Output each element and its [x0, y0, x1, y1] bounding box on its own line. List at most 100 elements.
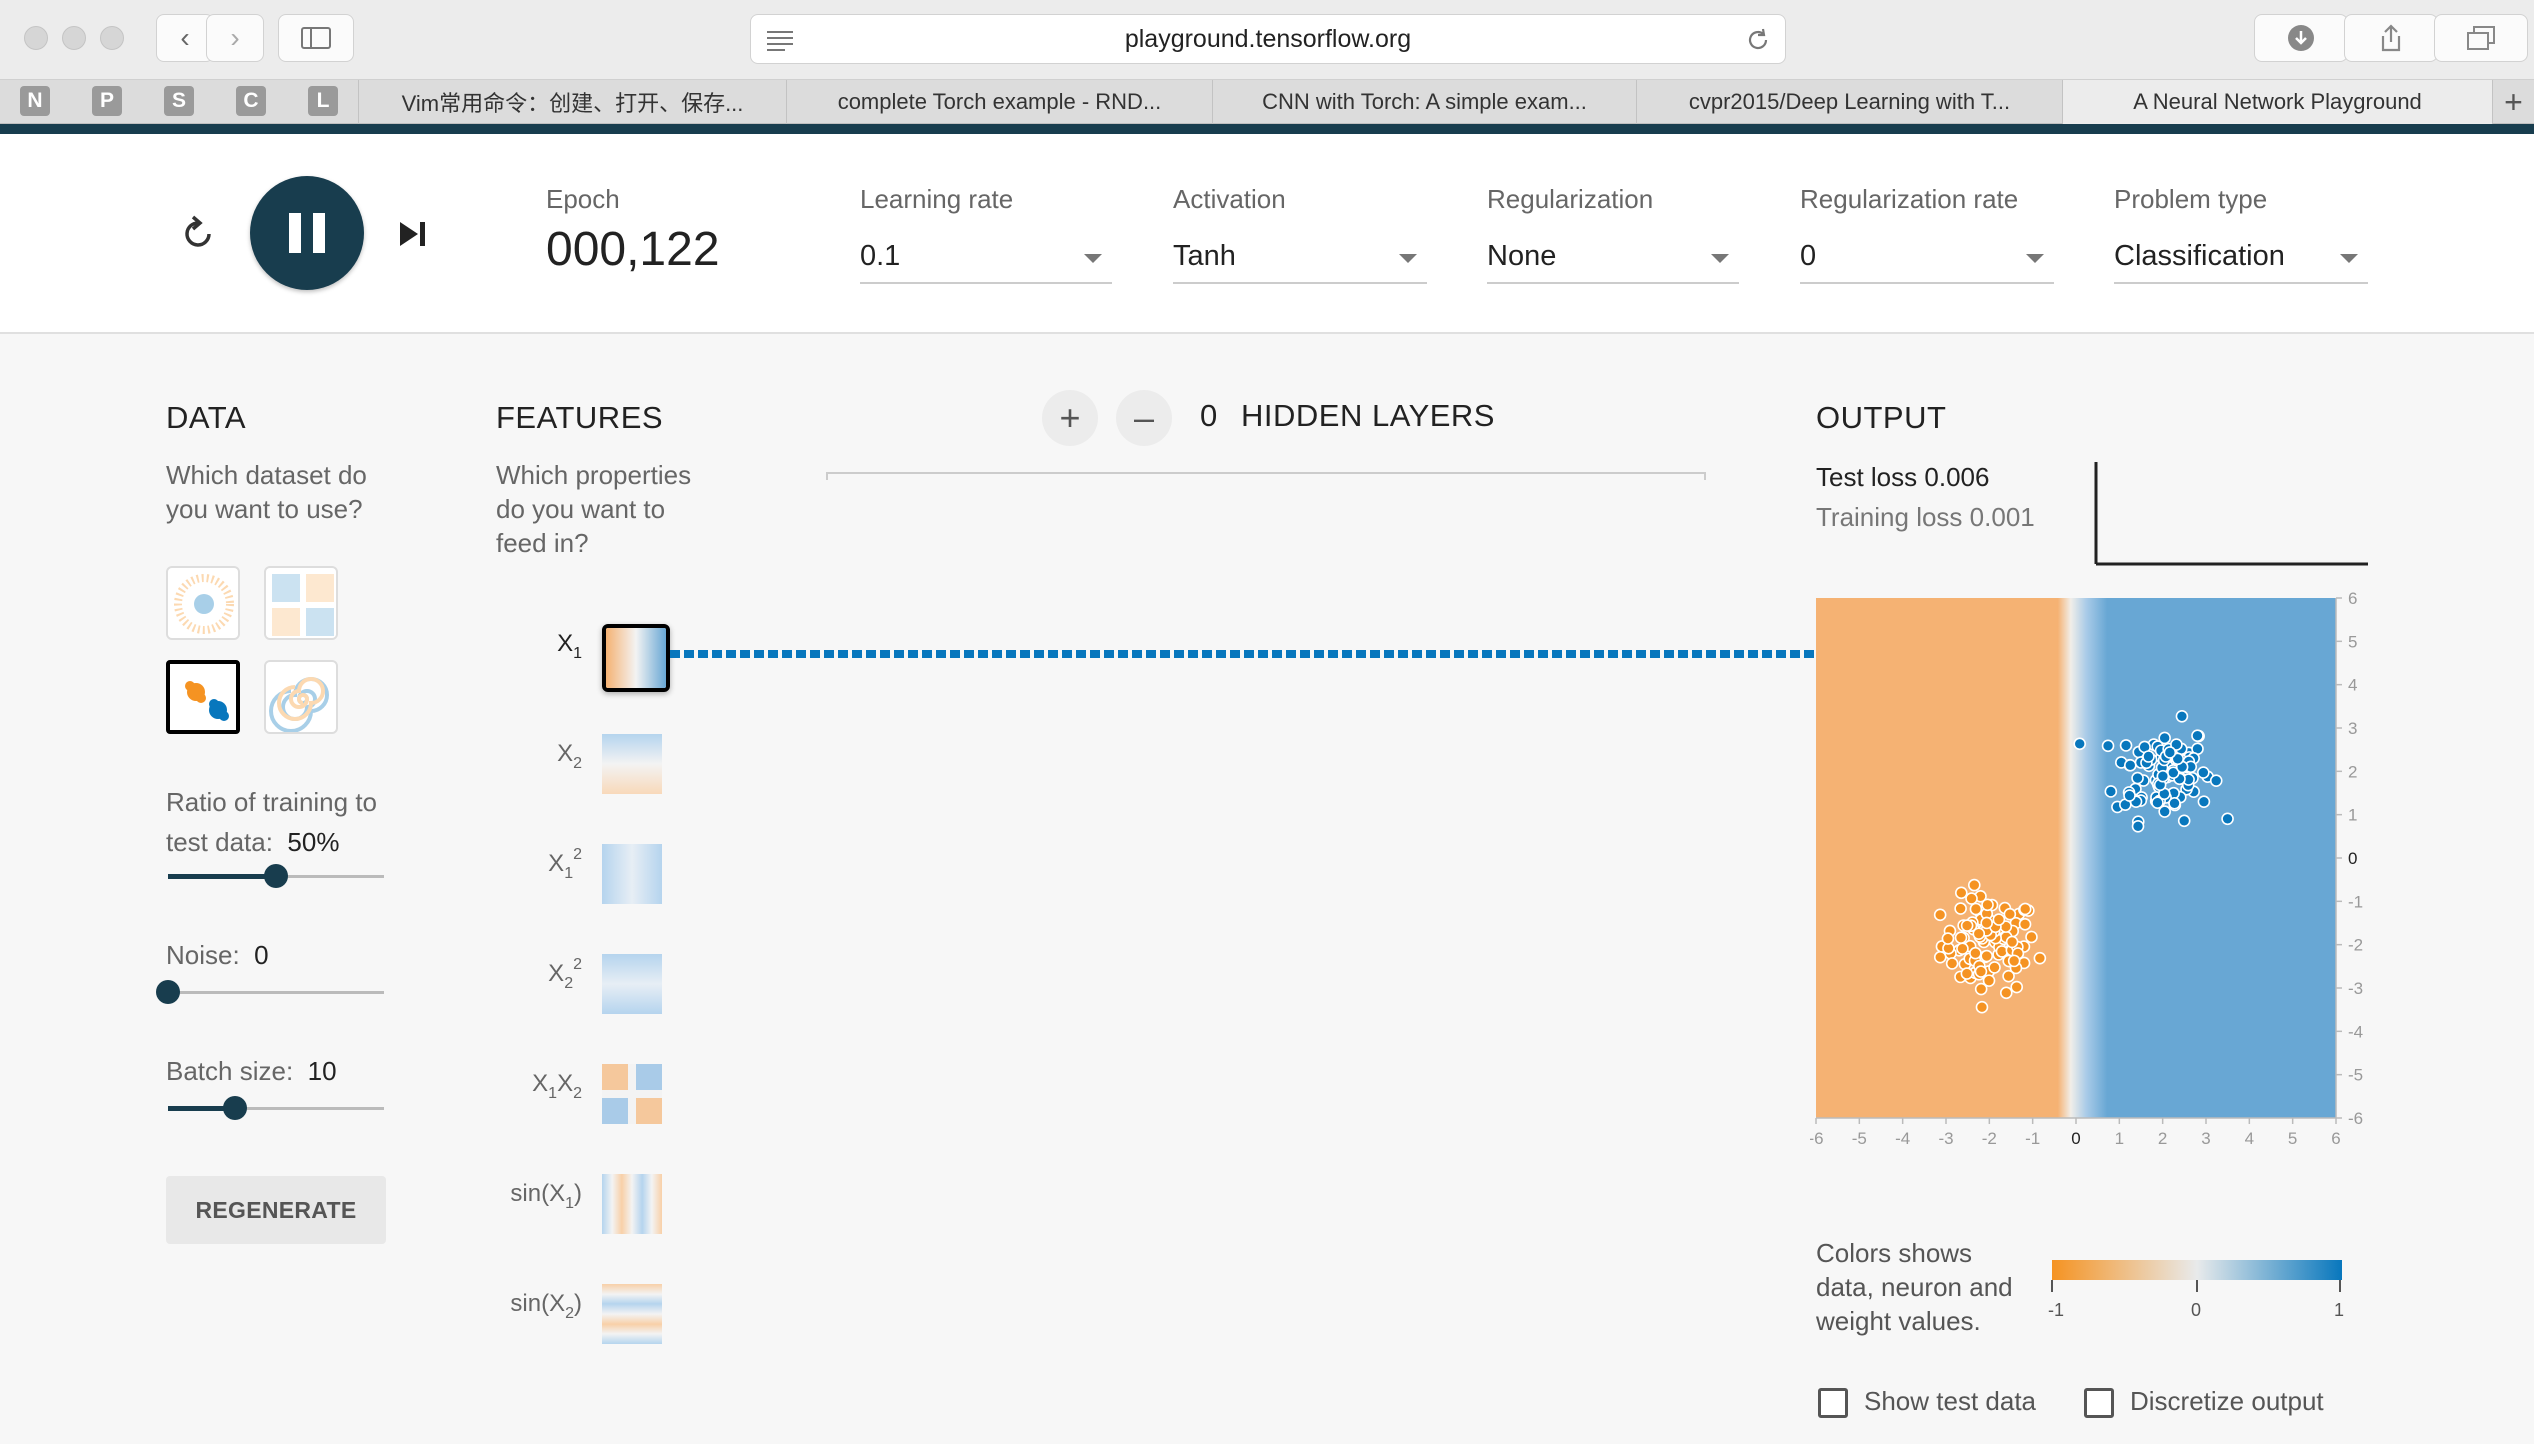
feature-node-x1[interactable]: [602, 624, 670, 692]
plus-icon: +: [2504, 83, 2523, 120]
slider-handle[interactable]: [156, 980, 180, 1004]
regularization-label: Regularization: [1487, 184, 1654, 214]
data-point-blue: [2209, 774, 2223, 787]
features-description-line: Which properties: [496, 460, 692, 490]
sidebar-button[interactable]: [278, 14, 354, 62]
ratio-slider[interactable]: [168, 864, 384, 888]
caret-down-icon: [1399, 254, 1417, 263]
y-tick-label: 2: [2348, 762, 2357, 781]
feature-node-x1-squared[interactable]: [602, 844, 662, 904]
feature-node-x2-squared[interactable]: [602, 954, 662, 1014]
noise-slider[interactable]: [156, 980, 384, 1004]
new-tab-button[interactable]: +: [2492, 80, 2534, 124]
spiral-dataset-icon: [266, 662, 336, 732]
data-point-blue: [2191, 729, 2204, 743]
feature-label-tail: ): [574, 1180, 582, 1207]
regularization-rate-select[interactable]: 0: [1800, 234, 2054, 284]
remove-layer-button[interactable]: –: [1116, 390, 1172, 446]
activation-value: Tanh: [1173, 240, 1236, 272]
loss-chart: [2094, 462, 2368, 566]
dataset-xor[interactable]: [264, 566, 338, 640]
add-layer-button[interactable]: +: [1042, 390, 1098, 446]
activation-label: Activation: [1173, 184, 1286, 214]
tab-vim[interactable]: Vim常用命令：创建、打开、保存...: [358, 80, 786, 124]
dataset-spiral[interactable]: [264, 660, 338, 734]
color-legend-bar: -1 0 1: [2048, 1260, 2344, 1320]
problem-type-select[interactable]: Classification: [2114, 234, 2368, 284]
window-zoom-button[interactable]: [100, 26, 124, 50]
feature-x2-heatmap: [602, 734, 662, 794]
x-tick-label: 3: [2201, 1129, 2210, 1148]
weight-link-x1-output[interactable]: [670, 646, 1820, 662]
tab-torch-example[interactable]: complete Torch example - RND...: [786, 80, 1212, 124]
batch-size-slider[interactable]: [168, 1096, 384, 1120]
color-legend-text: Colors shows data, neuron and weight val…: [1816, 1236, 2046, 1338]
feature-label-base: X: [548, 960, 565, 987]
learning-rate-select[interactable]: 0.1: [860, 234, 1112, 284]
share-button[interactable]: [2344, 14, 2438, 62]
bookmark-c[interactable]: C: [236, 86, 266, 116]
play-pause-button[interactable]: [250, 176, 364, 290]
window-minimize-button[interactable]: [62, 26, 86, 50]
step-button[interactable]: [396, 214, 432, 254]
reset-button[interactable]: [176, 210, 222, 256]
x-tick-label: 5: [2288, 1129, 2297, 1148]
y-tick-label: -2: [2348, 936, 2363, 955]
data-point-orange: [1965, 892, 1978, 905]
feature-x1x2-heatmap: [602, 1064, 662, 1124]
legend-tick-min: -1: [2048, 1300, 2064, 1320]
regularization-select[interactable]: None: [1487, 234, 1739, 284]
data-point-orange: [1933, 908, 1947, 922]
tab-cvpr2015[interactable]: cvpr2015/Deep Learning with T...: [1636, 80, 2062, 124]
bookmark-p[interactable]: P: [92, 86, 122, 116]
discretize-output-checkbox[interactable]: [2084, 1388, 2114, 1418]
downloads-button[interactable]: [2254, 14, 2348, 62]
tab-cnn-torch[interactable]: CNN with Torch: A simple exam...: [1212, 80, 1636, 124]
training-loss-label: Training loss: [1816, 502, 1963, 532]
feature-node-sin-x1[interactable]: [602, 1174, 662, 1234]
test-loss: Test loss 0.006: [1816, 462, 1989, 493]
y-axis: 6 5 4 3 2 1 0 -1 -2 -3 -4 -5 -6: [2335, 590, 2363, 1128]
dataset-circle[interactable]: [166, 566, 240, 640]
slider-handle[interactable]: [222, 1096, 247, 1120]
data-point-orange: [1982, 974, 1996, 987]
feature-label-x2: X2: [482, 740, 582, 772]
feature-label-base: X: [548, 850, 565, 877]
reload-icon[interactable]: [1745, 27, 1771, 53]
data-point-blue: [2175, 709, 2189, 723]
tab-playground[interactable]: A Neural Network Playground: [2062, 80, 2492, 124]
address-bar[interactable]: playground.tensorflow.org: [750, 14, 1786, 64]
feature-label-mid: X: [557, 1070, 574, 1097]
show-test-data-checkbox[interactable]: [1818, 1388, 1848, 1418]
bookmark-s[interactable]: S: [164, 86, 194, 116]
bookmark-n[interactable]: N: [20, 86, 50, 116]
bookmark-l[interactable]: L: [308, 86, 338, 116]
feature-label-sub: 2: [573, 755, 582, 772]
data-point-orange: [1945, 957, 1959, 970]
feature-sin-x2-heatmap: [602, 1284, 662, 1344]
dataset-gaussian[interactable]: [166, 660, 240, 734]
feature-node-x1x2[interactable]: [602, 1064, 662, 1124]
slider-handle[interactable]: [264, 864, 288, 888]
data-point-orange: [2018, 902, 2032, 916]
activation-select[interactable]: Tanh: [1173, 234, 1427, 284]
heatmap-background: [1816, 598, 2336, 1118]
noise-value: 0: [254, 940, 269, 970]
feature-node-sin-x2[interactable]: [602, 1284, 662, 1344]
hidden-layers-bracket: [826, 472, 1706, 480]
forward-button[interactable]: ›: [206, 14, 264, 62]
plus-icon: +: [1059, 397, 1081, 438]
batch-label-text: Batch size:: [166, 1056, 294, 1086]
feature-label-base: X: [557, 630, 574, 657]
output-title: OUTPUT: [1816, 400, 1947, 435]
sidebar-icon: [301, 27, 331, 49]
features-description-line: feed in?: [496, 528, 589, 558]
regularization-value: None: [1487, 240, 1557, 272]
regenerate-button[interactable]: REGENERATE: [166, 1176, 386, 1244]
pause-icon: [289, 213, 325, 253]
data-title: DATA: [166, 400, 247, 435]
tabs-overview-button[interactable]: [2434, 14, 2528, 62]
window-close-button[interactable]: [24, 26, 48, 50]
feature-node-x2[interactable]: [602, 734, 662, 794]
epoch-counter: 000,122: [546, 223, 720, 276]
